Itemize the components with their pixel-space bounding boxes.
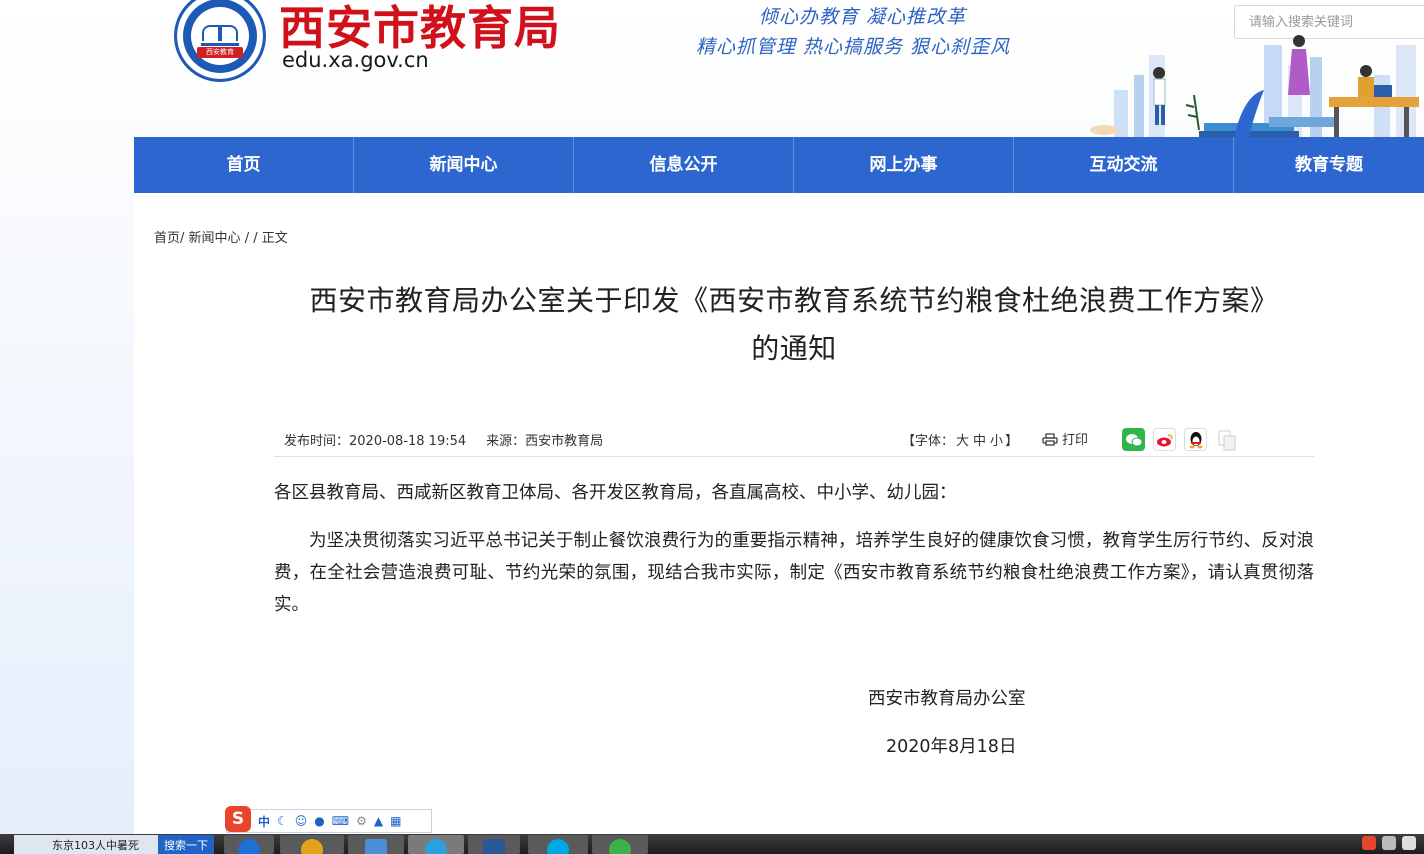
taskbar-app-wechat[interactable] bbox=[592, 835, 648, 854]
publish-time: 发布时间：2020-08-18 19:54 bbox=[284, 434, 467, 449]
nav-item-education-topics[interactable]: 教育专题 bbox=[1234, 137, 1424, 193]
wechat-share-icon[interactable] bbox=[1122, 428, 1145, 451]
copy-link-icon[interactable] bbox=[1215, 428, 1238, 451]
left-margin-background bbox=[0, 0, 134, 834]
site-header: 西安教育 西安市教育局 edu.xa.gov.cn 倾心办教育 凝心推改革 精心… bbox=[134, 0, 1424, 137]
signature-date: 2020年8月18日 bbox=[886, 737, 1017, 757]
search-box bbox=[1234, 5, 1424, 39]
article-title-line-2: 的通知 bbox=[751, 332, 837, 365]
article-meta: 发布时间：2020-08-18 19:54 来源：西安市教育局 bbox=[284, 430, 623, 449]
nav-item-online-services[interactable]: 网上办事 bbox=[794, 137, 1014, 193]
font-size-prefix: 【字体： bbox=[902, 434, 955, 449]
font-size-small-button[interactable]: 小 bbox=[990, 434, 1003, 449]
printer-icon bbox=[1042, 433, 1058, 446]
system-tray bbox=[1362, 836, 1416, 854]
print-button[interactable]: 打印 bbox=[1042, 429, 1088, 448]
search-input[interactable] bbox=[1235, 6, 1424, 38]
site-url: edu.xa.gov.cn bbox=[282, 48, 429, 72]
article-paragraph: 为坚决贯彻落实习近平总书记关于制止餐饮浪费行为的重要指示精神，培养学生良好的健康… bbox=[274, 531, 1314, 615]
logo-ribbon: 西安教育 bbox=[197, 47, 243, 58]
taskbar-app-k[interactable] bbox=[224, 835, 274, 854]
article-source: 来源：西安市教育局 bbox=[486, 434, 604, 449]
book-icon bbox=[201, 23, 239, 46]
breadcrumb-separator: / / bbox=[244, 231, 258, 246]
keyboard-icon[interactable]: ⌨ bbox=[332, 814, 349, 828]
breadcrumb-news[interactable]: 新闻中心 bbox=[189, 231, 241, 246]
window-restore-icon[interactable] bbox=[1382, 836, 1396, 850]
logo-inner: 西安教育 bbox=[191, 7, 249, 65]
share-buttons bbox=[1122, 428, 1238, 451]
print-label: 打印 bbox=[1062, 433, 1089, 448]
meta-divider bbox=[274, 456, 1314, 457]
article-title: 西安市教育局办公室关于印发《西安市教育系统节约粮食杜绝浪费工作方案》 的通知 bbox=[264, 277, 1324, 373]
wechat-icon bbox=[609, 839, 631, 854]
breadcrumb-home[interactable]: 首页/ bbox=[154, 231, 184, 246]
font-size-control: 【字体：大中小】 bbox=[902, 430, 1018, 449]
taskbar-app-skype[interactable] bbox=[528, 835, 588, 854]
sogou-ime-logo[interactable]: S bbox=[225, 806, 251, 832]
qq-share-icon[interactable] bbox=[1184, 428, 1207, 451]
slogan-line-2: 精心抓管理 热心搞服务 狠心刹歪风 bbox=[696, 36, 1011, 58]
main-nav: 首页 新闻中心 信息公开 网上办事 互动交流 教育专题 bbox=[134, 137, 1424, 193]
sogou-tray-icon[interactable] bbox=[1362, 836, 1376, 850]
ime-mode-toggle[interactable]: 中 bbox=[258, 813, 270, 830]
breadcrumb: 首页/ 新闻中心 / / 正文 bbox=[154, 227, 288, 246]
taskbar-app-files[interactable] bbox=[348, 835, 404, 854]
skype-icon bbox=[547, 839, 569, 854]
microphone-icon[interactable]: ● bbox=[314, 814, 324, 828]
folder-icon bbox=[365, 839, 387, 854]
chrome-icon bbox=[301, 839, 323, 854]
salutation: 各区县教育局、西咸新区教育卫体局、各开发区教育局，各直属高校、中小学、幼儿园： bbox=[274, 483, 957, 503]
article-body: 各区县教育局、西咸新区教育卫体局、各开发区教育局，各直属高校、中小学、幼儿园： … bbox=[274, 477, 1314, 621]
taskbar-news-item[interactable]: 东京103人中暑死 bbox=[14, 835, 158, 854]
nav-item-info-disclosure[interactable]: 信息公开 bbox=[574, 137, 794, 193]
word-icon bbox=[483, 839, 505, 854]
ime-toolbar: S 中 ☾ ☺ ● ⌨ ⚙ ▲ ▦ bbox=[225, 806, 432, 833]
taskbar-app-chrome[interactable] bbox=[280, 835, 344, 854]
font-size-suffix: 】 bbox=[1005, 434, 1019, 449]
nav-item-news-center[interactable]: 新闻中心 bbox=[354, 137, 574, 193]
signature-org: 西安市教育局办公室 bbox=[868, 689, 1026, 709]
moon-icon[interactable]: ☾ bbox=[277, 814, 288, 828]
font-size-medium-button[interactable]: 中 bbox=[973, 434, 986, 449]
taskbar: 东京103人中暑死 搜索一下 bbox=[0, 834, 1424, 854]
skin-icon[interactable]: ▲ bbox=[374, 814, 383, 828]
kugou-icon bbox=[238, 839, 260, 854]
article-title-line-1: 西安市教育局办公室关于印发《西安市教育系统节约粮食杜绝浪费工作方案》 bbox=[309, 284, 1279, 317]
weibo-share-icon[interactable] bbox=[1153, 428, 1176, 451]
slogan-line-1: 倾心办教育 凝心推改革 bbox=[759, 6, 967, 28]
breadcrumb-current: 正文 bbox=[261, 231, 288, 246]
nav-item-interaction[interactable]: 互动交流 bbox=[1014, 137, 1234, 193]
article-container: 首页/ 新闻中心 / / 正文 西安市教育局办公室关于印发《西安市教育系统节约粮… bbox=[134, 193, 1424, 834]
taskbar-search-button[interactable]: 搜索一下 bbox=[158, 835, 214, 854]
taskbar-app-word[interactable] bbox=[468, 835, 520, 854]
taskbar-app-browser[interactable] bbox=[408, 835, 464, 854]
browser-icon bbox=[425, 839, 447, 854]
tray-icon[interactable] bbox=[1402, 836, 1416, 850]
font-size-large-button[interactable]: 大 bbox=[956, 434, 969, 449]
emoji-icon[interactable]: ☺ bbox=[295, 814, 308, 828]
toolbox-icon[interactable]: ⚙ bbox=[356, 814, 367, 828]
header-illustration bbox=[1090, 35, 1419, 137]
menu-grid-icon[interactable]: ▦ bbox=[390, 814, 401, 828]
nav-item-home[interactable]: 首页 bbox=[134, 137, 354, 193]
site-logo-emblem[interactable]: 西安教育 bbox=[174, 0, 266, 82]
